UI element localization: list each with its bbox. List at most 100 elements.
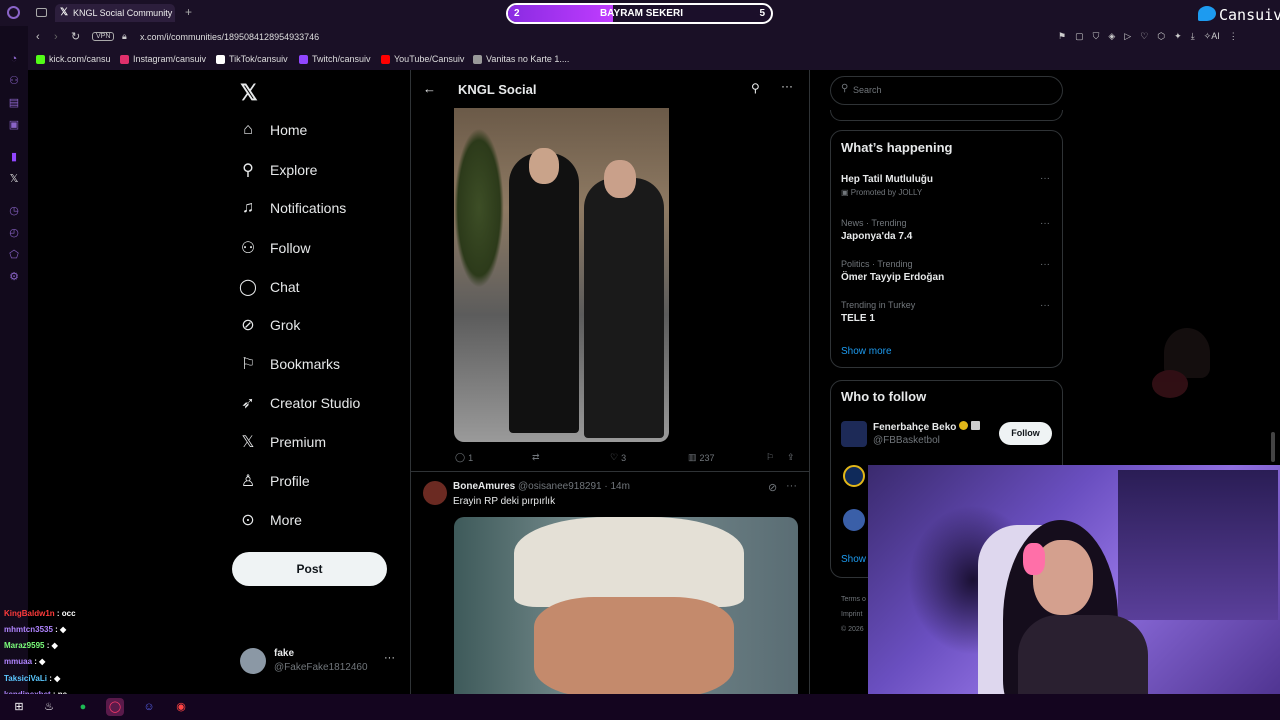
reload-icon[interactable]: ↻ <box>71 30 80 43</box>
follow-avatar[interactable] <box>841 421 867 447</box>
trend-more-icon[interactable]: ··· <box>1040 173 1050 184</box>
bookmark-kick[interactable]: kick.com/cansu <box>36 54 111 64</box>
bookmark-page-icon[interactable]: ⚑ <box>1058 31 1066 42</box>
show-more-partial[interactable]: Show <box>841 554 866 565</box>
nav-notifications[interactable]: ♫ Notifications <box>238 199 346 217</box>
search-icon[interactable]: ⚲ <box>751 81 760 95</box>
obs-icon[interactable]: ◉ <box>172 698 190 716</box>
workspaces-icon[interactable] <box>36 8 47 17</box>
opera-logo-icon[interactable] <box>7 6 20 19</box>
steam-icon[interactable]: ♨ <box>40 698 58 716</box>
nav-premium[interactable]: 𝕏 Premium <box>238 432 326 452</box>
follow-button[interactable]: Follow <box>999 422 1052 445</box>
bookmark-vanitas[interactable]: Vanitas no Karte 1.... <box>473 54 569 64</box>
bookmark-instagram[interactable]: Instagram/cansuiv <box>120 54 206 64</box>
like-button[interactable]: ♡ 3 <box>610 452 626 463</box>
trend-more-icon[interactable]: ··· <box>1040 259 1050 270</box>
post-handle[interactable]: @osisanee918291 <box>518 481 602 492</box>
post-image[interactable] <box>454 108 669 442</box>
windows-start-icon[interactable]: ⊞ <box>10 698 28 716</box>
vpn-badge[interactable]: VPN <box>92 32 115 41</box>
trend-more-icon[interactable]: ··· <box>1040 300 1050 311</box>
trend-promoted[interactable]: Hep Tatil Mutluluğu ▣ Promoted by JOLLY <box>841 174 933 197</box>
bookmark-twitch[interactable]: Twitch/cansuiv <box>299 54 371 64</box>
bookmark-youtube[interactable]: YouTube/Cansuiv <box>381 54 464 64</box>
bookmark-button[interactable]: ⚐ <box>766 452 774 463</box>
account-switcher[interactable]: fake @FakeFake1812460 ··· <box>240 647 400 677</box>
show-more-link[interactable]: Show more <box>841 346 892 357</box>
twitch-side-icon[interactable]: ▮ <box>7 150 21 164</box>
messenger-icon[interactable]: ▤ <box>7 96 21 110</box>
shield-icon[interactable]: ⛉ <box>1093 31 1100 42</box>
post-more-icon[interactable]: ··· <box>786 480 797 492</box>
nav-home[interactable]: ⌂ Home <box>238 121 307 139</box>
nav-profile[interactable]: ♙ Profile <box>238 471 310 491</box>
mail-icon[interactable]: ▣ <box>7 118 21 132</box>
follow-handle[interactable]: @FBBasketbol <box>873 435 940 446</box>
nav-more[interactable]: ⊙ More <box>238 510 302 530</box>
speed-dial-icon[interactable]: ◔ <box>7 52 21 66</box>
grok-post-icon[interactable]: ⊘ <box>768 481 777 494</box>
chat-user: KingBaldw1n <box>4 609 55 618</box>
trend-more-icon[interactable]: ··· <box>1040 218 1050 229</box>
views-button[interactable]: ▥ 237 <box>688 452 715 463</box>
aria-icon[interactable]: ✧AI <box>1204 31 1220 42</box>
clock-icon[interactable]: ◴ <box>7 226 21 240</box>
x-logo-icon[interactable]: 𝕏 <box>240 80 258 106</box>
nav-follow[interactable]: ⚇ Follow <box>238 238 311 258</box>
nav-grok[interactable]: ⊘ Grok <box>238 315 300 335</box>
flow-icon[interactable]: ▷ <box>1124 31 1131 42</box>
tab-active[interactable]: 𝕏 KNGL Social Community / <box>55 4 175 36</box>
x-side-icon[interactable]: 𝕏 <box>7 172 21 186</box>
bookmark-tiktok[interactable]: TikTok/cansuiv <box>216 54 288 64</box>
reply-button[interactable]: ◯ 1 <box>455 452 473 463</box>
footer-link[interactable]: Imprint <box>841 607 866 622</box>
screenshot-icon[interactable]: ▢ <box>1075 31 1084 42</box>
discord-icon[interactable]: ☺ <box>140 698 158 716</box>
url-field[interactable]: x.com/i/communities/1895084128954933746 <box>140 32 319 42</box>
new-tab-button[interactable]: + <box>185 5 192 19</box>
back-icon[interactable]: ‹ <box>36 31 40 43</box>
opera-gx-taskbar-icon[interactable]: ◯ <box>106 698 124 716</box>
follow-avatar-2[interactable] <box>843 465 865 487</box>
nav-explore[interactable]: ⚲ Explore <box>238 160 317 180</box>
repost-button[interactable]: ⇄ <box>532 452 543 463</box>
pin-icon[interactable]: ⬠ <box>7 248 21 262</box>
cube-icon[interactable]: ◈ <box>1108 31 1115 42</box>
extensions-icon[interactable]: ⬡ <box>1157 31 1165 42</box>
share-button[interactable]: ⇪ <box>787 452 795 463</box>
who-to-follow-title: Who to follow <box>841 389 927 404</box>
nav-bookmarks[interactable]: ⚐ Bookmarks <box>238 354 340 374</box>
footer-link[interactable]: Terms o <box>841 592 866 607</box>
post-author-avatar[interactable] <box>423 481 447 505</box>
trend-item[interactable]: News · Trending Japonya'da 7.4 <box>841 218 912 242</box>
download-icon[interactable]: ⤓ <box>1191 31 1195 42</box>
spotify-icon[interactable]: ● <box>74 698 92 716</box>
history-icon[interactable]: ◷ <box>7 204 21 218</box>
scrollbar-track[interactable] <box>1271 72 1276 462</box>
more-icon[interactable]: ··· <box>781 79 793 93</box>
back-arrow-icon[interactable]: ← <box>423 81 436 96</box>
heart-icon[interactable]: ♡ <box>1140 31 1148 42</box>
settings-icon[interactable]: ⚙ <box>7 270 21 284</box>
face <box>534 597 734 694</box>
account-more-icon[interactable]: ··· <box>384 652 395 664</box>
trend-item[interactable]: Trending in Turkey TELE 1 <box>841 300 915 324</box>
puzzle-icon[interactable]: ✦ <box>1174 31 1182 42</box>
post-author[interactable]: BoneAmures <box>453 481 515 492</box>
nav-creator-studio[interactable]: ➶ Creator Studio <box>238 393 360 413</box>
follow-avatar-3[interactable] <box>843 509 865 531</box>
nav-chat[interactable]: ◯ Chat <box>238 277 300 297</box>
forward-icon[interactable]: › <box>54 31 58 43</box>
search-input[interactable]: ⚲ Search <box>830 76 1063 105</box>
x-favicon-icon: 𝕏 <box>60 7 69 18</box>
menu-icon[interactable]: ⋮ <box>1229 31 1238 42</box>
brand-watermark: Cansuiv <box>1219 6 1280 24</box>
scrollbar-thumb[interactable] <box>1271 432 1275 462</box>
post-time[interactable]: 14m <box>611 481 630 492</box>
post-image-2[interactable] <box>454 517 798 694</box>
follow-name-row[interactable]: Fenerbahçe Beko <box>873 421 980 433</box>
post-button[interactable]: Post <box>232 552 387 586</box>
trend-item[interactable]: Politics · Trending Ömer Tayyip Erdoğan <box>841 259 944 283</box>
aria-side-icon[interactable]: ⚇ <box>7 74 21 88</box>
